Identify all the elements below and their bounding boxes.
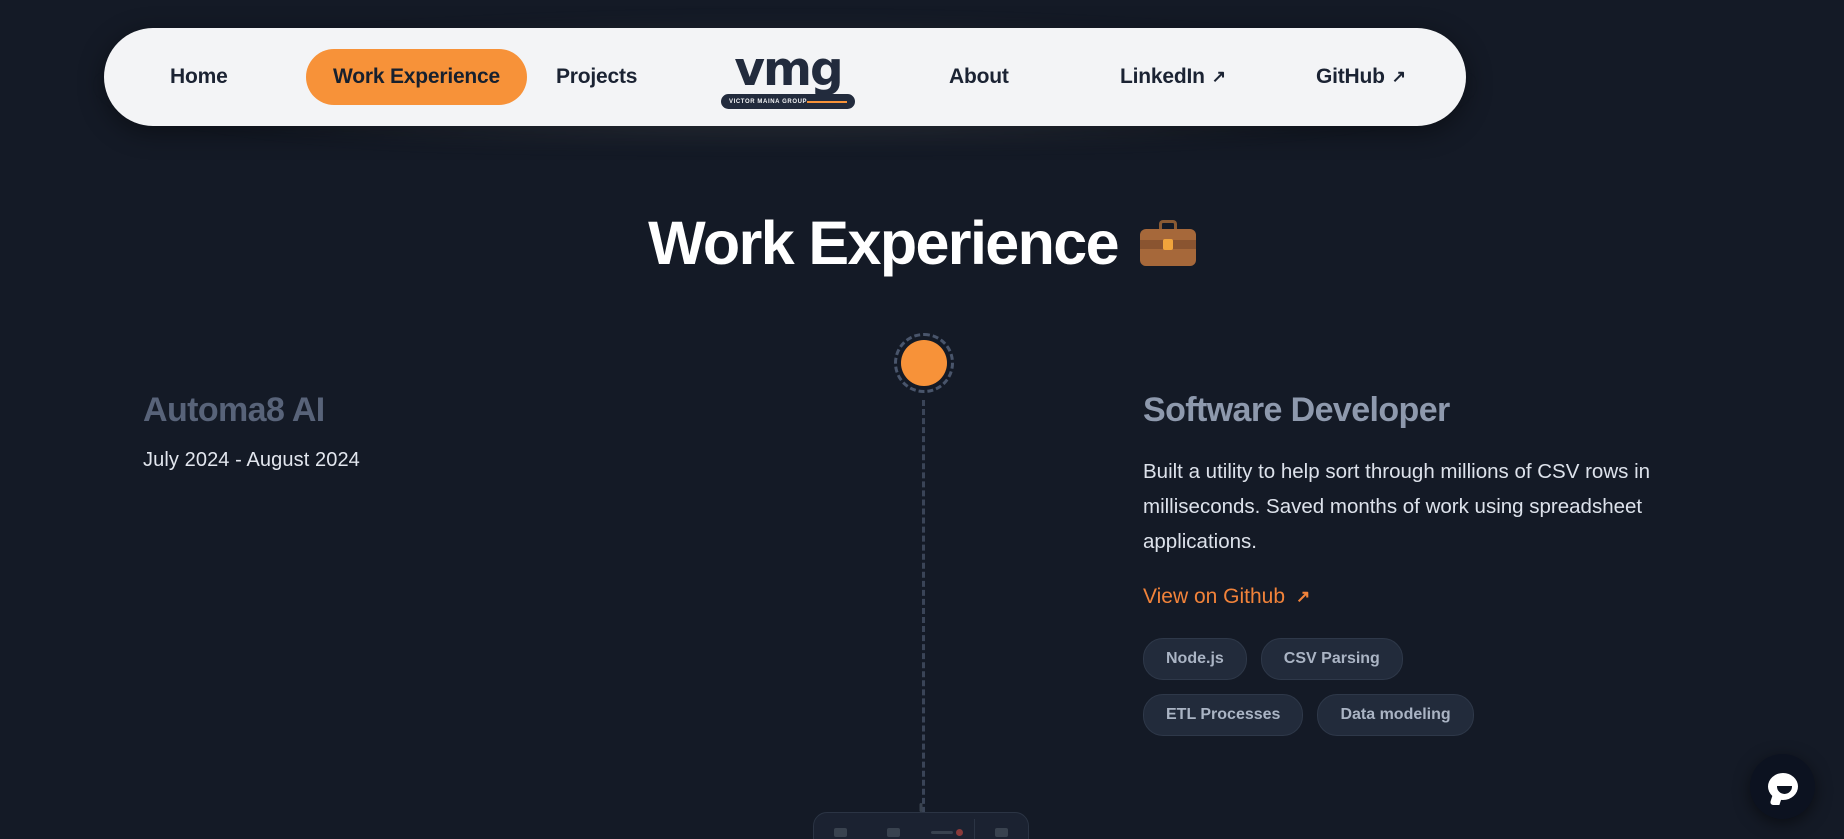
view-on-github-label: View on Github xyxy=(1143,585,1286,608)
page-title: Work Experience xyxy=(0,208,1844,278)
image-icon xyxy=(887,827,901,837)
view-on-github-link[interactable]: View on Github ↗ xyxy=(1143,585,1310,609)
nav-item-github-label: GitHub xyxy=(1316,65,1385,88)
logo-tagline-bar: VICTOR MAINA GROUP xyxy=(721,94,855,109)
skill-tag[interactable]: CSV Parsing xyxy=(1260,638,1403,680)
skill-tag-list: Node.js CSV Parsing ETL Processes Data m… xyxy=(1143,638,1563,736)
chat-bubble-icon xyxy=(1767,773,1798,800)
chat-widget-button[interactable] xyxy=(1750,754,1815,819)
skill-tag[interactable]: Node.js xyxy=(1143,638,1247,680)
nav-item-about-label: About xyxy=(949,65,1009,88)
external-link-icon: ↗ xyxy=(1296,586,1311,606)
page-title-text: Work Experience xyxy=(648,209,1119,277)
logo-accent-line xyxy=(807,100,847,103)
logo-wordmark: vmg xyxy=(734,42,843,97)
external-link-icon: ↗ xyxy=(1391,66,1406,86)
toolbar-handle-icon xyxy=(919,803,923,812)
nav-item-home-label: Home xyxy=(170,65,228,88)
skill-tag[interactable]: Data modeling xyxy=(1317,694,1474,736)
top-navigation: Home Work Experience Projects vmg VICTOR… xyxy=(98,22,1472,138)
briefcase-emoji xyxy=(1139,220,1196,266)
timeline-entry-right: Software Developer Built a utility to he… xyxy=(1143,390,1743,736)
navbar: Home Work Experience Projects vmg VICTOR… xyxy=(104,28,1466,126)
toolbar-item[interactable] xyxy=(975,813,1028,839)
job-title: Software Developer xyxy=(1143,391,1450,429)
wave-icon xyxy=(994,827,1008,837)
nav-item-linkedin[interactable]: LinkedIn ↗ xyxy=(1120,65,1226,89)
job-description: Built a utility to help sort through mil… xyxy=(1143,460,1651,553)
toolbar-item[interactable] xyxy=(814,813,867,839)
timeline-marker xyxy=(894,333,954,393)
skill-tag[interactable]: ETL Processes xyxy=(1143,694,1304,736)
nav-item-projects-label: Projects xyxy=(556,65,638,88)
external-link-icon: ↗ xyxy=(1211,66,1226,86)
bottom-toolbar-card xyxy=(813,803,1029,839)
toolbar-item[interactable] xyxy=(921,813,974,839)
slider-icon xyxy=(931,830,954,834)
timeline-marker-dot xyxy=(901,340,947,386)
nav-item-work-experience-label: Work Experience xyxy=(333,65,501,88)
logo-tagline: VICTOR MAINA GROUP xyxy=(729,98,808,105)
nav-item-github[interactable]: GitHub ↗ xyxy=(1316,65,1406,89)
employment-dates: July 2024 - August 2024 xyxy=(143,449,360,471)
card-icon xyxy=(834,827,848,837)
timeline-entry-left: Automa8 AI July 2024 - August 2024 xyxy=(143,390,783,472)
nav-item-linkedin-label: LinkedIn xyxy=(1120,65,1205,88)
timeline-line xyxy=(922,400,925,839)
nav-item-about[interactable]: About xyxy=(949,65,1009,89)
nav-item-home[interactable]: Home xyxy=(170,65,228,89)
record-dot-icon xyxy=(956,828,964,836)
toolbar-item[interactable] xyxy=(867,813,920,839)
company-name: Automa8 AI xyxy=(143,391,325,429)
site-logo[interactable]: vmg VICTOR MAINA GROUP xyxy=(708,42,868,109)
nav-item-work-experience[interactable]: Work Experience xyxy=(306,49,528,105)
nav-item-projects[interactable]: Projects xyxy=(556,65,637,89)
